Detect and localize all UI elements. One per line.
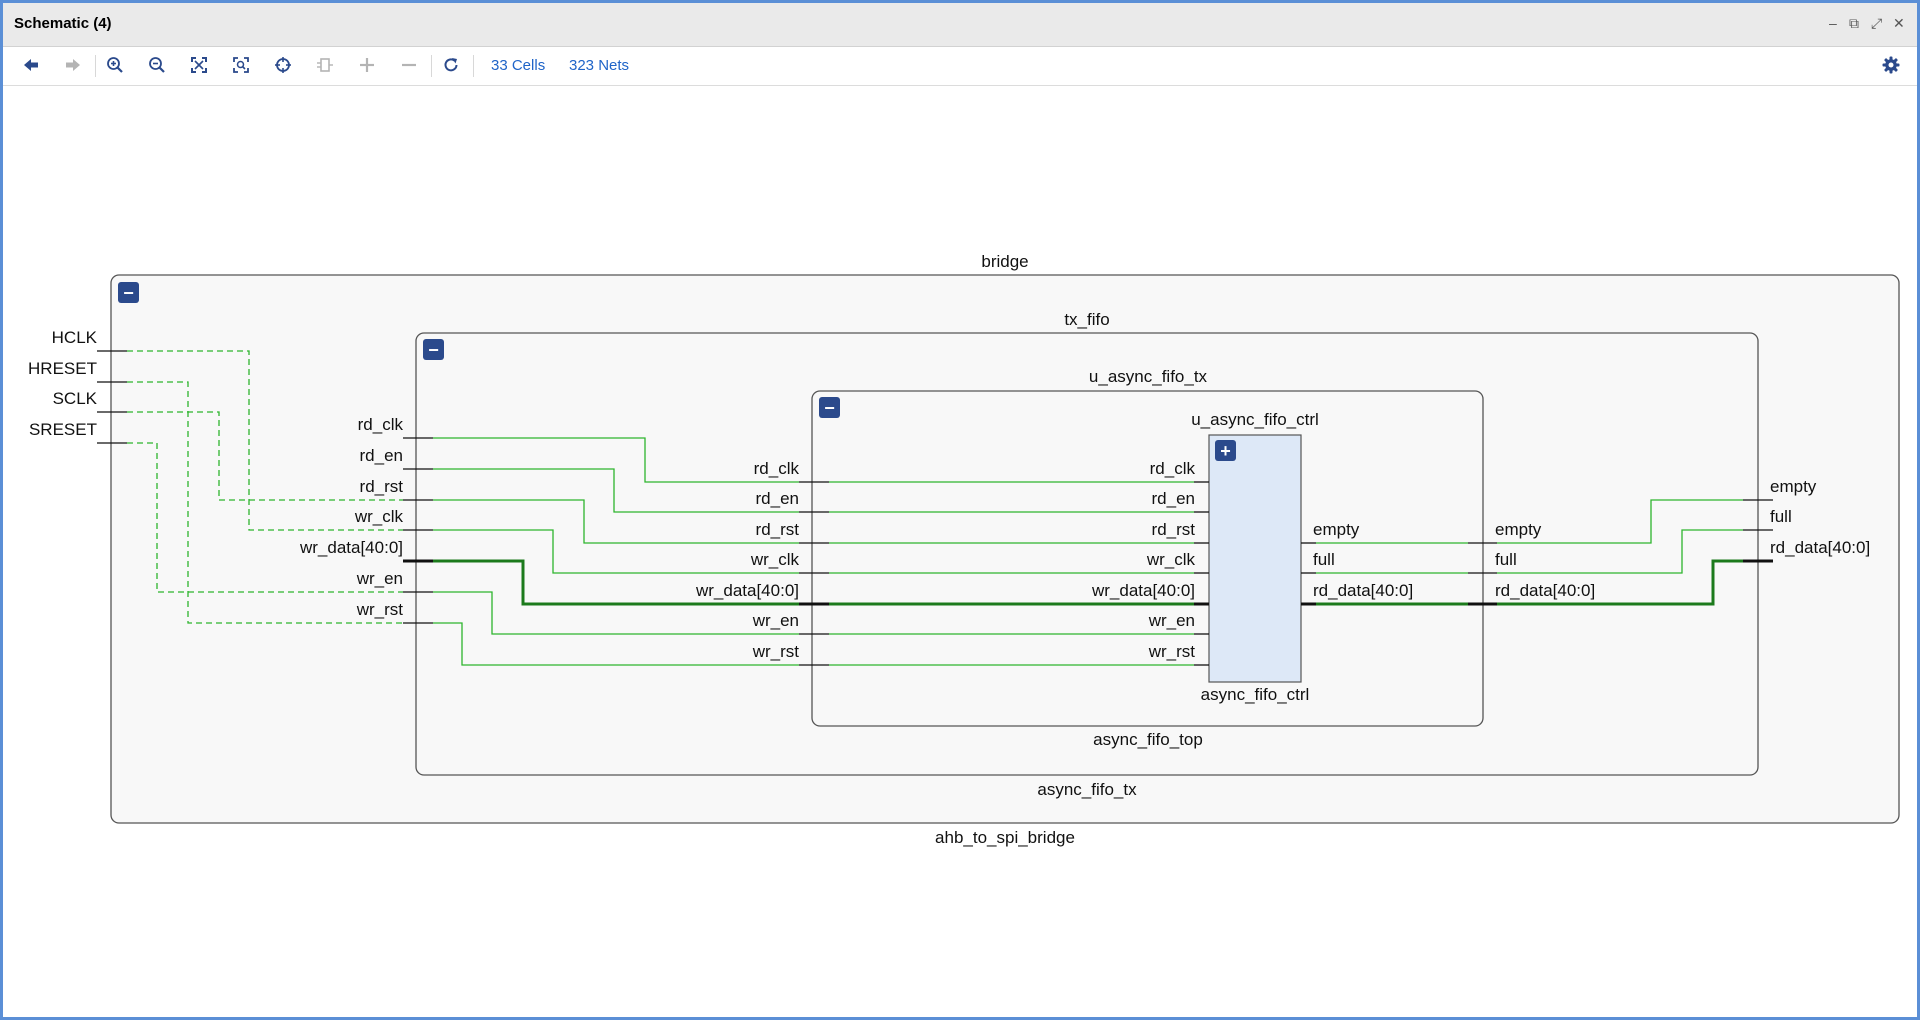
schematic-canvas[interactable]: bridge ahb_to_spi_bridge − tx_fifo async… <box>3 86 1917 1017</box>
zoom-in-icon[interactable] <box>103 53 127 77</box>
tx-fifo-output-label-rd-data: rd_data[40:0] <box>1770 538 1870 557</box>
toolbar-separator <box>473 55 474 77</box>
nets-count-link[interactable]: 323 Nets <box>569 57 629 74</box>
select-leaf-icon[interactable] <box>313 53 337 77</box>
top-port-label-hclk: HCLK <box>52 328 98 347</box>
crosshair-icon[interactable] <box>271 53 295 77</box>
top-port-label-sreset: SRESET <box>29 420 97 439</box>
bridge-collapse-button[interactable]: − <box>118 282 139 303</box>
tx-fifo-input-label-wr-data: wr_data[40:0] <box>299 538 403 557</box>
toolbar-separator <box>95 55 96 77</box>
gear-icon[interactable] <box>1879 53 1903 77</box>
ctrl-input-label-rd-rst: rd_rst <box>1152 520 1196 539</box>
u-async-fifo-tx-input-label-wr-clk: wr_clk <box>750 550 800 569</box>
bridge-collapse-glyph: − <box>123 283 134 303</box>
ctrl-input-label-rd-clk: rd_clk <box>1150 459 1196 478</box>
ctrl-output-label-rd-data: rd_data[40:0] <box>1313 581 1413 600</box>
tx-fifo-input-label-wr-clk: wr_clk <box>354 507 404 526</box>
u-async-fifo-tx-input-label-rd-clk: rd_clk <box>754 459 800 478</box>
u-async-fifo-tx-input-label-wr-data: wr_data[40:0] <box>695 581 799 600</box>
tx-fifo-collapse-glyph: − <box>428 340 439 360</box>
u-async-fifo-tx-collapse-glyph: − <box>824 398 835 418</box>
u-async-fifo-tx-input-label-rd-rst: rd_rst <box>756 520 800 539</box>
tx-fifo-input-label-wr-en: wr_en <box>356 569 403 588</box>
schematic-diagram[interactable]: bridge ahb_to_spi_bridge − tx_fifo async… <box>3 86 1917 1017</box>
u-async-fifo-tx-module-label: async_fifo_top <box>1093 730 1203 749</box>
tx-fifo-output-label-full: full <box>1770 507 1792 526</box>
expand-icon[interactable] <box>355 53 379 77</box>
toolbar: 33 Cells 323 Nets <box>3 47 1917 86</box>
minimize-button[interactable]: – <box>1829 15 1837 31</box>
u-async-fifo-tx-collapse-button[interactable]: − <box>819 397 840 418</box>
u-async-fifo-tx-instance-label: u_async_fifo_tx <box>1089 367 1208 386</box>
window-title: Schematic (4) <box>14 15 112 32</box>
u-async-fifo-ctrl-cell[interactable] <box>1208 434 1302 683</box>
u-async-fifo-ctrl-module-label: async_fifo_ctrl <box>1201 685 1310 704</box>
tx-fifo-input-label-wr-rst: wr_rst <box>356 600 404 619</box>
u-async-fifo-tx-input-label-rd-en: rd_en <box>756 489 799 508</box>
title-bar: Schematic (4) – ⧉ ⤢ ✕ <box>3 3 1917 47</box>
back-arrow-icon[interactable] <box>19 53 43 77</box>
ctrl-output-label-empty: empty <box>1313 520 1360 539</box>
tx-fifo-input-label-rd-en: rd_en <box>360 446 403 465</box>
ctrl-input-label-wr-rst: wr_rst <box>1148 642 1196 661</box>
toolbar-separator <box>431 55 432 77</box>
ctrl-input-label-rd-en: rd_en <box>1152 489 1195 508</box>
fit-view-icon[interactable] <box>187 53 211 77</box>
u-async-fifo-tx-input-label-wr-rst: wr_rst <box>752 642 800 661</box>
ctrl-input-label-wr-en: wr_en <box>1148 611 1195 630</box>
u-async-fifo-ctrl-expand-button[interactable]: + <box>1215 440 1236 461</box>
ctrl-output-label-full: full <box>1313 550 1335 569</box>
u-async-fifo-tx-input-label-wr-en: wr_en <box>752 611 799 630</box>
u-async-fifo-ctrl-instance-label: u_async_fifo_ctrl <box>1191 410 1319 429</box>
bridge-module-label: ahb_to_spi_bridge <box>935 828 1075 847</box>
u-async-fifo-tx-output-label-rd-data: rd_data[40:0] <box>1495 581 1595 600</box>
ctrl-input-label-wr-data: wr_data[40:0] <box>1091 581 1195 600</box>
zoom-fit-selection-icon[interactable] <box>229 53 253 77</box>
forward-arrow-icon[interactable] <box>61 53 85 77</box>
close-button[interactable]: ✕ <box>1893 15 1905 32</box>
maximize-button[interactable]: ⤢ <box>1871 15 1882 32</box>
u-async-fifo-tx-output-label-empty: empty <box>1495 520 1542 539</box>
refresh-icon[interactable] <box>439 53 463 77</box>
schematic-window: Schematic (4) – ⧉ ⤢ ✕ 33 Cells 323 Nets … <box>0 0 1920 1020</box>
bridge-instance-label: bridge <box>981 252 1028 271</box>
cells-count-link[interactable]: 33 Cells <box>491 57 545 74</box>
top-port-label-sclk: SCLK <box>53 389 98 408</box>
restore-button[interactable]: ⧉ <box>1849 15 1859 32</box>
ctrl-input-label-wr-clk: wr_clk <box>1146 550 1196 569</box>
tx-fifo-collapse-button[interactable]: − <box>423 339 444 360</box>
u-async-fifo-ctrl-expand-glyph: + <box>1220 441 1231 461</box>
zoom-out-icon[interactable] <box>145 53 169 77</box>
tx-fifo-output-label-empty: empty <box>1770 477 1817 496</box>
tx-fifo-module-label: async_fifo_tx <box>1037 780 1137 799</box>
u-async-fifo-tx-output-label-full: full <box>1495 550 1517 569</box>
top-port-label-hreset: HRESET <box>28 359 97 378</box>
tx-fifo-input-label-rd-clk: rd_clk <box>358 415 404 434</box>
tx-fifo-input-label-rd-rst: rd_rst <box>360 477 404 496</box>
tx-fifo-instance-label: tx_fifo <box>1064 310 1109 329</box>
collapse-icon[interactable] <box>397 53 421 77</box>
